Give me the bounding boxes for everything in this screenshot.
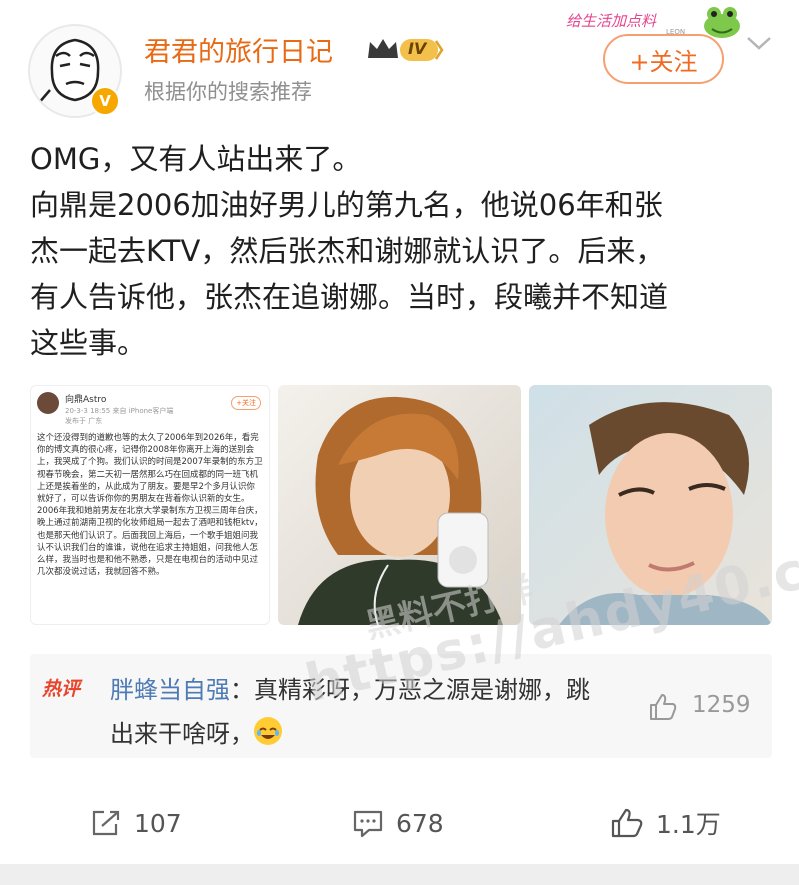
screenshot-text: 这个还没得到的道歉也等的太久了2006年到2026年，看完你的博文真的很心疼，记…	[37, 433, 263, 578]
hot-comment[interactable]: 热评 胖蜂当自强：真精彩呀，万恶之源是谢娜，跳出来干啥呀， 1259	[30, 654, 772, 758]
comment-count: 678	[396, 808, 444, 838]
post-body: OMG，又有人站出来了。 向鼎是2006加油好男儿的第九名，他说06年和张 杰一…	[30, 136, 775, 366]
follow-button[interactable]: +关注	[603, 34, 724, 84]
screenshot-location: 发布于 广东	[65, 417, 103, 425]
verified-badge-icon: V	[90, 86, 120, 116]
like-button[interactable]: 1.1万	[610, 806, 721, 840]
laughing-emoji-icon	[254, 717, 282, 745]
post-header: V 君君的旅行日记 IV 根据你的搜索推荐 给生活加点料 LEON +关注	[0, 0, 799, 130]
repost-button[interactable]: 107	[90, 806, 182, 840]
hot-comment-text: 胖蜂当自强：真精彩呀，万恶之源是谢娜，跳出来干啥呀，	[110, 668, 590, 756]
repost-count: 107	[134, 808, 182, 838]
image-photo-headphones[interactable]	[278, 385, 521, 625]
screenshot-header: 向鼎Astro 20-3-3 18:55 来自 iPhone客户端 发布于 广东…	[37, 392, 263, 432]
username[interactable]: 君君的旅行日记	[144, 30, 333, 69]
post-line: OMG，又有人站出来了。	[30, 142, 362, 176]
post-line: 向鼎是2006加油好男儿的第九名，他说06年和张	[30, 188, 663, 222]
post-line: 杰一起去KTV，然后张杰和谢娜就认识了。后来，	[30, 234, 665, 268]
bottom-divider	[0, 864, 799, 885]
promo-text: 给生活加点料	[566, 12, 657, 30]
level-text: IV	[408, 39, 427, 58]
crown-icon	[368, 39, 444, 61]
repost-icon	[92, 810, 120, 836]
image-weibo-screenshot[interactable]: 向鼎Astro 20-3-3 18:55 来自 iPhone客户端 发布于 广东…	[30, 385, 270, 625]
recommend-reason: 根据你的搜索推荐	[144, 80, 312, 104]
screenshot-name: 向鼎Astro	[65, 395, 107, 405]
comment-icon	[353, 810, 383, 838]
chevron-down-icon[interactable]	[744, 30, 774, 56]
action-bar: 107 678 1.1万	[0, 788, 799, 858]
level-badge: IV	[366, 34, 444, 64]
comment-button[interactable]: 678	[352, 806, 444, 840]
post-line: 这些事。	[30, 326, 147, 360]
post-line: 有人告诉他，张杰在追谢娜。当时，段曦并不知道	[30, 280, 669, 314]
screenshot-meta: 20-3-3 18:55 来自 iPhone客户端	[65, 407, 174, 415]
thumbs-up-icon	[650, 694, 677, 720]
screenshot-avatar	[37, 392, 59, 414]
thumbs-up-icon	[611, 808, 643, 838]
hot-comment-like-count: 1259	[692, 692, 751, 718]
photo-person-icon	[529, 385, 772, 625]
screenshot-follow: +关注	[231, 396, 261, 410]
image-photo-portrait[interactable]	[529, 385, 772, 625]
hot-comment-like[interactable]: 1259	[648, 692, 768, 722]
photo-person-icon	[278, 385, 521, 625]
hot-comment-tag: 热评	[42, 678, 81, 700]
hot-comment-user[interactable]: 胖蜂当自强	[110, 676, 230, 704]
like-count: 1.1万	[656, 810, 721, 839]
